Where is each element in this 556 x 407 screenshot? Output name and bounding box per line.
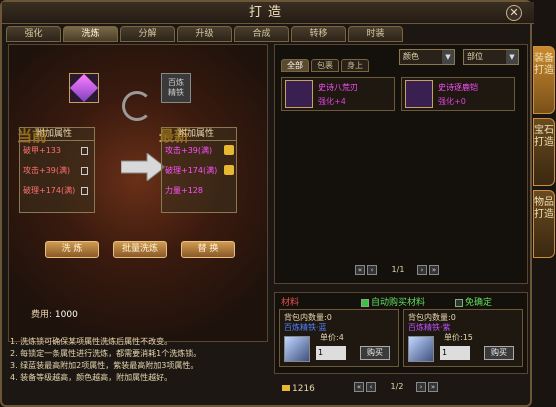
no-confirm-toggle[interactable]: 免确定 bbox=[455, 295, 492, 308]
material-box: 背包内数量:0 百炼精铁·蓝 单价:4 1 购买 bbox=[279, 309, 399, 367]
materials-pager: «‹ 1/2 ›» bbox=[354, 382, 440, 394]
panel-header: 附加属性 bbox=[20, 128, 94, 141]
prev-page-icon[interactable]: ‹ bbox=[367, 265, 377, 275]
tab-compose[interactable]: 合成 bbox=[234, 26, 289, 42]
help-notes: 1. 洗炼锁可确保某项属性洗炼后属性不改变。 2. 每锁定一条属性进行洗炼，都需要… bbox=[10, 337, 202, 382]
thumbs-up-icon bbox=[224, 145, 234, 155]
side-tab-item-forge[interactable]: 物品打造 bbox=[533, 190, 555, 258]
iron-icon bbox=[284, 336, 310, 362]
batch-reforge-button[interactable]: 批量洗炼 bbox=[113, 241, 167, 258]
close-icon[interactable]: ✕ bbox=[506, 5, 522, 21]
tab-strengthen[interactable]: 强化 bbox=[6, 26, 61, 42]
side-tab-equipment-forge[interactable]: 装备打造 bbox=[533, 46, 555, 114]
arrow-right-icon bbox=[121, 153, 165, 181]
quantity-input[interactable]: 1 bbox=[440, 346, 470, 360]
first-page-icon[interactable]: « bbox=[354, 382, 364, 392]
forge-window: 打造 ✕ 强化 洗炼 分解 升级 合成 转移 时装 百炼 精铁 当前 最新 附加… bbox=[0, 0, 534, 407]
equipment-slot[interactable] bbox=[69, 73, 99, 103]
slot-filter[interactable]: 部位 ▼ bbox=[463, 49, 519, 65]
gold-display: 1216 bbox=[282, 384, 315, 394]
thumbs-up-icon bbox=[224, 165, 234, 175]
lock-icon[interactable] bbox=[81, 187, 88, 195]
lock-icon[interactable] bbox=[81, 147, 88, 155]
chevron-down-icon: ▼ bbox=[442, 50, 454, 64]
sword-icon bbox=[285, 80, 313, 108]
tab-bag[interactable]: 包裹 bbox=[311, 59, 339, 72]
iron-icon bbox=[408, 336, 434, 362]
inventory-panel: 全部 包裹 身上 颜色 ▼ 部位 ▼ 史诗八荒刃 强化+4 史诗逐鹿铠 强化+0 «… bbox=[274, 44, 528, 284]
attr-row: 破甲+133 bbox=[20, 141, 94, 161]
reforge-button[interactable]: 洗 炼 bbox=[45, 241, 99, 258]
prev-page-icon[interactable]: ‹ bbox=[366, 382, 376, 392]
tab-upgrade[interactable]: 升级 bbox=[177, 26, 232, 42]
first-page-icon[interactable]: « bbox=[355, 265, 365, 275]
armor-icon bbox=[405, 80, 433, 108]
item-name: 史诗八荒刃 bbox=[318, 83, 358, 92]
window-title: 打造 bbox=[2, 2, 534, 24]
materials-title: 材料 bbox=[281, 298, 300, 308]
attr-row: 攻击+39(满) bbox=[162, 141, 236, 161]
material-box: 背包内数量:0 百炼精铁·紫 单价:15 1 购买 bbox=[403, 309, 523, 367]
material-slot[interactable]: 百炼 精铁 bbox=[161, 73, 191, 103]
lock-icon[interactable] bbox=[81, 167, 88, 175]
replace-button[interactable]: 替 换 bbox=[181, 241, 235, 258]
main-tabs: 强化 洗炼 分解 升级 合成 转移 时装 bbox=[6, 26, 403, 42]
next-page-icon[interactable]: › bbox=[415, 382, 426, 392]
reforge-panel: 百炼 精铁 当前 最新 附加属性 破甲+133 攻击+39(满) 破理+174(… bbox=[8, 44, 268, 342]
item-stat: 强化+4 bbox=[318, 97, 346, 106]
last-page-icon[interactable]: » bbox=[428, 265, 439, 275]
tab-equipped[interactable]: 身上 bbox=[341, 59, 369, 72]
buy-button[interactable]: 购买 bbox=[484, 346, 514, 360]
last-page-icon[interactable]: » bbox=[427, 382, 438, 392]
weapon-icon bbox=[69, 73, 99, 103]
tab-transfer[interactable]: 转移 bbox=[291, 26, 346, 42]
auto-buy-toggle[interactable]: 自动购买材料 bbox=[361, 295, 425, 308]
panel-header: 附加属性 bbox=[162, 128, 236, 141]
side-tab-gem-forge[interactable]: 宝石打造 bbox=[533, 118, 555, 186]
cost-display: 费用: 1000 bbox=[31, 310, 78, 320]
attr-row: 攻击+39(满) bbox=[20, 161, 94, 181]
chevron-down-icon: ▼ bbox=[506, 50, 518, 64]
attr-row: 破理+174(满) bbox=[20, 181, 94, 201]
item-card[interactable]: 史诗逐鹿铠 强化+0 bbox=[401, 77, 515, 111]
tab-reforge[interactable]: 洗炼 bbox=[63, 26, 118, 42]
color-filter[interactable]: 颜色 ▼ bbox=[399, 49, 455, 65]
materials-panel: 材料 自动购买材料 免确定 背包内数量:0 百炼精铁·蓝 单价:4 1 购买 背… bbox=[274, 292, 528, 374]
current-attr-panel: 附加属性 破甲+133 攻击+39(满) 破理+174(满) bbox=[19, 127, 95, 213]
tab-decompose[interactable]: 分解 bbox=[120, 26, 175, 42]
next-page-icon[interactable]: › bbox=[416, 265, 427, 275]
quantity-input[interactable]: 1 bbox=[316, 346, 346, 360]
attr-row: 力量+128 bbox=[165, 186, 203, 195]
cycle-icon bbox=[122, 91, 152, 121]
attr-row: 破理+174(满) bbox=[162, 161, 236, 181]
tab-all[interactable]: 全部 bbox=[281, 59, 309, 72]
item-name: 史诗逐鹿铠 bbox=[438, 83, 478, 92]
inventory-pager: «‹ 1/1 ›» bbox=[355, 265, 441, 277]
gold-icon bbox=[282, 385, 290, 391]
item-stat: 强化+0 bbox=[438, 97, 466, 106]
buy-button[interactable]: 购买 bbox=[360, 346, 390, 360]
new-attr-panel: 附加属性 攻击+39(满) 破理+174(满) 力量+128 bbox=[161, 127, 237, 213]
item-card[interactable]: 史诗八荒刃 强化+4 bbox=[281, 77, 395, 111]
tab-fashion[interactable]: 时装 bbox=[348, 26, 403, 42]
